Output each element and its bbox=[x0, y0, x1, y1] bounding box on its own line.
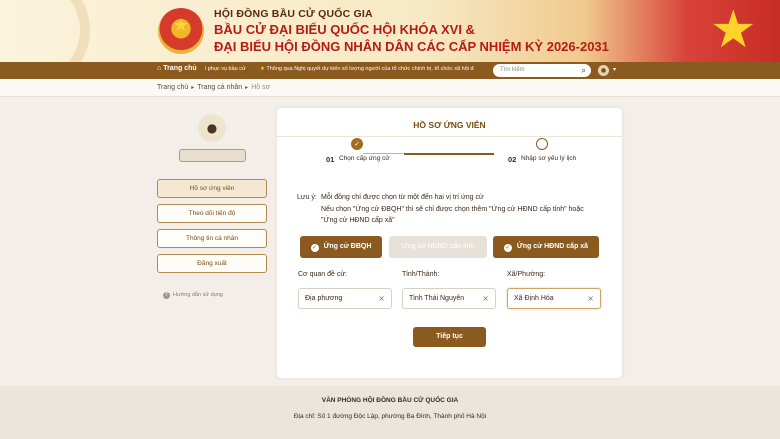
clear-icon[interactable]: × bbox=[587, 294, 594, 303]
search-icon[interactable]: ⌕ bbox=[582, 66, 586, 75]
sidebar-item-logout[interactable]: Đăng xuất bbox=[157, 254, 267, 273]
check-icon: ✓ bbox=[310, 244, 319, 252]
help-icon: ? bbox=[163, 292, 170, 299]
sidebar-item-progress[interactable]: Theo dõi tiến độ bbox=[157, 204, 267, 223]
emblem-star-icon: ★ bbox=[172, 15, 190, 36]
province-select[interactable]: Tỉnh Thái Nguyên × bbox=[402, 288, 496, 309]
nominating-agency-label: Cơ quan đề cử: bbox=[298, 271, 347, 278]
user-avatar-icon[interactable]: ● bbox=[598, 65, 609, 76]
step-1-number: 01 bbox=[326, 155, 335, 164]
search-input[interactable]: Tìm kiếm ⌕ bbox=[493, 64, 591, 77]
province-value: Tỉnh Thái Nguyên bbox=[409, 295, 465, 302]
sidebar: ● Hồ sơ ứng viên Theo dõi tiến độ Thông … bbox=[155, 108, 270, 323]
breadcrumb-home[interactable]: Trang chủ bbox=[157, 84, 188, 91]
card-title: HỒ SƠ ỨNG VIÊN bbox=[413, 120, 486, 130]
option-dbqh-button[interactable]: ✓ Ứng cử ĐBQH bbox=[300, 236, 382, 258]
ticker-star-icon: ★ bbox=[260, 66, 265, 72]
footer-office: VĂN PHÒNG HỘI ĐỒNG BẦU CỬ QUỐC GIA bbox=[321, 397, 459, 404]
step-connector-1 bbox=[363, 153, 403, 154]
nominating-agency-value: Địa phương bbox=[305, 295, 343, 302]
step-1-label: Chọn cấp ứng cử bbox=[339, 155, 390, 162]
nav-ticker-item-2[interactable]: ★ Thông qua Nghị quyết dự kiến số lượng … bbox=[260, 66, 474, 72]
breadcrumb-bar: Trang chủ ▸ Trang cá nhân ▸ Hồ sơ bbox=[0, 79, 780, 97]
option-hdnd-province-button[interactable]: Ứng cử HĐND cấp tỉnh bbox=[389, 236, 487, 258]
option-hdnd-commune-label: Ứng cử HĐND cấp xã bbox=[516, 243, 589, 250]
clear-icon[interactable]: × bbox=[482, 294, 489, 303]
option-hdnd-province-label: Ứng cử HĐND cấp tỉnh bbox=[401, 243, 475, 250]
note-line-3: "Ứng cử HĐND cấp xã" bbox=[321, 217, 395, 224]
commune-label: Xã/Phường: bbox=[507, 271, 546, 278]
national-emblem-logo[interactable]: ★ bbox=[158, 8, 204, 54]
help-label: Hướng dẫn sử dụng bbox=[173, 292, 223, 298]
breadcrumb-separator-icon: ▸ bbox=[191, 85, 195, 91]
user-name-box bbox=[179, 149, 246, 162]
ticker-text: Thông qua Nghị quyết dự kiến số lượng ng… bbox=[266, 66, 474, 72]
note-label: Lưu ý: bbox=[297, 194, 317, 201]
sidebar-item-personal-info[interactable]: Thông tin cá nhân bbox=[157, 229, 267, 248]
footer: VĂN PHÒNG HỘI ĐỒNG BẦU CỬ QUỐC GIA Địa c… bbox=[0, 386, 780, 439]
main-nav: ⌂ Trang chủ i phục vụ bầu cử ★ Thông qua… bbox=[0, 62, 780, 79]
sidebar-item-candidate-profile[interactable]: Hồ sơ ứng viên bbox=[157, 179, 267, 198]
step-1-check-icon: ✓ bbox=[351, 138, 363, 150]
step-2-number: 02 bbox=[508, 155, 517, 164]
candidate-profile-card: HỒ SƠ ỨNG VIÊN ✓ 01 Chọn cấp ứng cử 02 N… bbox=[277, 108, 622, 378]
check-icon: ✓ bbox=[503, 244, 512, 252]
title-divider bbox=[277, 136, 622, 137]
council-name: HỘI ĐỒNG BẦU CỬ QUỐC GIA bbox=[214, 8, 373, 20]
step-connector-2 bbox=[404, 153, 494, 155]
search-placeholder: Tìm kiếm bbox=[500, 67, 525, 73]
clear-icon[interactable]: × bbox=[378, 294, 385, 303]
home-icon: ⌂ bbox=[157, 65, 162, 72]
decorative-ring bbox=[0, 0, 90, 62]
note-line-2: Nếu chọn "Ứng cử ĐBQH" thì sẽ chỉ được c… bbox=[321, 206, 584, 213]
help-link[interactable]: ? Hướng dẫn sử dụng bbox=[163, 292, 223, 299]
nav-ticker-item-1[interactable]: i phục vụ bầu cử bbox=[205, 66, 246, 72]
breadcrumb-personal[interactable]: Trang cá nhân bbox=[197, 84, 242, 91]
nav-home-link[interactable]: ⌂ Trang chủ bbox=[157, 65, 197, 72]
step-2-label: Nhập sơ yếu lý lịch bbox=[521, 155, 577, 162]
profile-avatar-icon: ● bbox=[198, 114, 226, 142]
header-banner: ★ HỘI ĐỒNG BẦU CỬ QUỐC GIA BẦU CỬ ĐẠI BI… bbox=[0, 0, 780, 62]
chevron-down-icon[interactable]: ▾ bbox=[613, 66, 616, 73]
province-label: Tỉnh/Thành: bbox=[402, 271, 440, 278]
flag-star-icon: ★ bbox=[710, 0, 757, 60]
banner-title-line2: ĐẠI BIỂU HỘI ĐỒNG NHÂN DÂN CÁC CẤP NHIỆM… bbox=[214, 39, 609, 54]
option-hdnd-commune-button[interactable]: ✓ Ứng cử HĐND cấp xã bbox=[493, 236, 599, 258]
breadcrumb-current: Hồ sơ bbox=[251, 84, 271, 91]
banner-title-line1: BẦU CỬ ĐẠI BIỂU QUỐC HỘI KHÓA XVI & bbox=[214, 22, 475, 37]
breadcrumb: Trang chủ ▸ Trang cá nhân ▸ Hồ sơ bbox=[157, 84, 270, 91]
commune-value: Xã Định Hóa bbox=[514, 295, 554, 302]
breadcrumb-separator-icon: ▸ bbox=[245, 85, 249, 91]
nav-home-label: Trang chủ bbox=[163, 65, 197, 72]
commune-select[interactable]: Xã Định Hóa × bbox=[507, 288, 601, 309]
nominating-agency-select[interactable]: Địa phương × bbox=[298, 288, 392, 309]
note-line-1: Mỗi đồng chí được chọn từ một đến hai vị… bbox=[321, 194, 484, 201]
option-dbqh-label: Ứng cử ĐBQH bbox=[323, 243, 372, 250]
step-2-circle-icon bbox=[536, 138, 548, 150]
footer-address: Địa chỉ: Số 1 đường Độc Lập, phường Ba Đ… bbox=[293, 413, 487, 420]
continue-button[interactable]: Tiếp tục bbox=[413, 327, 486, 347]
